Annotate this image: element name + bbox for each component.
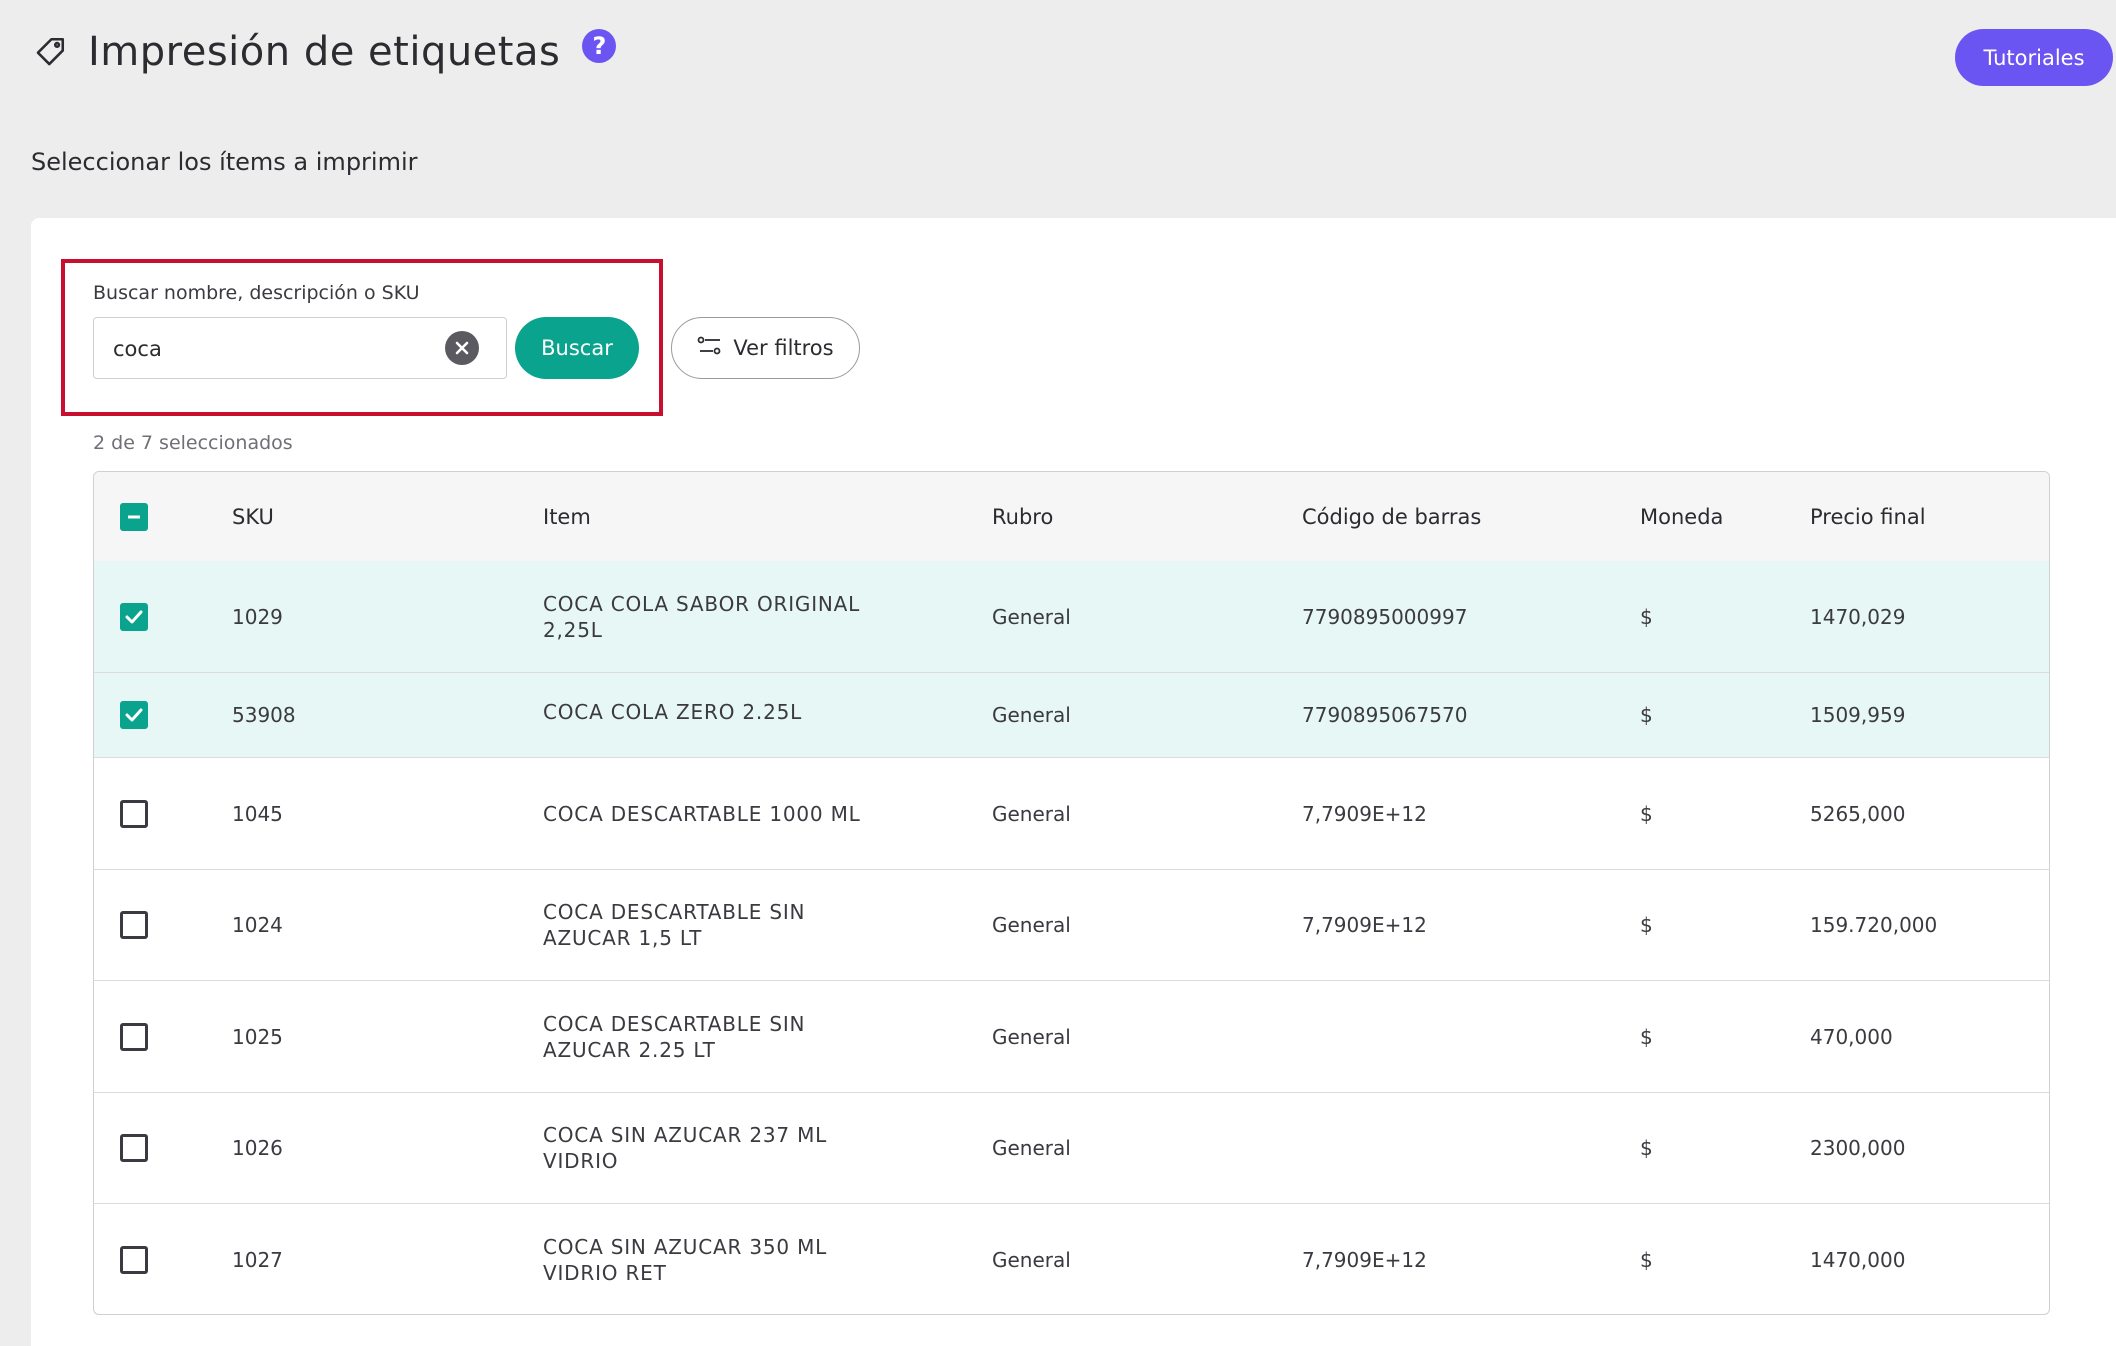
cell-item: COCA COLA SABOR ORIGINAL 2,25L bbox=[543, 591, 861, 642]
search-label: Buscar nombre, descripción o SKU bbox=[93, 282, 420, 304]
row-checkbox[interactable] bbox=[120, 701, 148, 729]
column-header-barcode: Código de barras bbox=[1302, 504, 1482, 529]
cell-item: COCA DESCARTABLE SIN AZUCAR 2.25 LT bbox=[543, 1011, 806, 1062]
column-header-moneda: Moneda bbox=[1640, 504, 1724, 529]
cell-precio: 1470,000 bbox=[1810, 1248, 1906, 1272]
cell-rubro: General bbox=[992, 913, 1071, 937]
cell-rubro: General bbox=[992, 703, 1071, 727]
cell-item: COCA COLA ZERO 2.25L bbox=[543, 700, 803, 724]
cell-item: COCA DESCARTABLE 1000 ML bbox=[543, 801, 861, 826]
cell-sku: 1024 bbox=[232, 913, 283, 937]
search-field bbox=[93, 317, 507, 379]
cell-moneda: $ bbox=[1640, 1136, 1653, 1160]
table-row[interactable]: 1045 COCA DESCARTABLE 1000 ML General 7,… bbox=[94, 758, 2049, 870]
column-header-item: Item bbox=[543, 504, 591, 529]
cell-sku: 1029 bbox=[232, 604, 283, 629]
cell-precio: 159.720,000 bbox=[1810, 913, 1938, 937]
column-header-sku: SKU bbox=[232, 504, 274, 529]
cell-moneda: $ bbox=[1640, 1248, 1653, 1272]
search-button[interactable]: Buscar bbox=[515, 317, 639, 379]
cell-barcode: 7790895067570 bbox=[1302, 703, 1468, 727]
clear-icon[interactable] bbox=[445, 331, 479, 365]
page-header: Impresión de etiquetas ? bbox=[30, 20, 617, 84]
tutorials-button[interactable]: Tutoriales bbox=[1955, 29, 2113, 86]
filters-label: Ver filtros bbox=[733, 336, 834, 360]
cell-precio: 1509,959 bbox=[1810, 703, 1906, 727]
row-checkbox[interactable] bbox=[120, 1246, 148, 1274]
table-row[interactable]: 53908 COCA COLA ZERO 2.25L General 77908… bbox=[94, 673, 2049, 758]
cell-barcode: 7,7909E+12 bbox=[1302, 801, 1427, 826]
help-icon[interactable]: ? bbox=[582, 29, 617, 63]
cell-precio: 1470,029 bbox=[1810, 604, 1906, 629]
selection-count: 2 de 7 seleccionados bbox=[93, 432, 293, 454]
cell-sku: 1045 bbox=[232, 801, 283, 826]
cell-precio: 2300,000 bbox=[1810, 1136, 1906, 1160]
cell-sku: 1025 bbox=[232, 1024, 283, 1049]
cell-rubro: General bbox=[992, 1136, 1071, 1160]
search-input[interactable] bbox=[94, 318, 455, 379]
cell-item: COCA SIN AZUCAR 350 ML VIDRIO RET bbox=[543, 1235, 828, 1285]
cell-item: COCA SIN AZUCAR 237 ML VIDRIO bbox=[543, 1123, 828, 1173]
items-table: SKU Item Rubro Código de barras Moneda P… bbox=[93, 471, 2050, 1315]
row-checkbox[interactable] bbox=[120, 1022, 148, 1051]
cell-item: COCA DESCARTABLE SIN AZUCAR 1,5 LT bbox=[543, 900, 806, 950]
cell-rubro: General bbox=[992, 1248, 1071, 1272]
column-header-rubro: Rubro bbox=[992, 504, 1054, 529]
cell-rubro: General bbox=[992, 801, 1071, 826]
cell-rubro: General bbox=[992, 604, 1071, 629]
table-row[interactable]: 1024 COCA DESCARTABLE SIN AZUCAR 1,5 LT … bbox=[94, 870, 2049, 981]
filters-button[interactable]: Ver filtros bbox=[671, 317, 860, 379]
cell-moneda: $ bbox=[1640, 913, 1653, 937]
cell-precio: 470,000 bbox=[1810, 1024, 1893, 1049]
page-title: Impresión de etiquetas bbox=[88, 29, 561, 75]
cell-rubro: General bbox=[992, 1024, 1071, 1049]
tag-icon bbox=[30, 32, 70, 72]
cell-moneda: $ bbox=[1640, 604, 1653, 629]
cell-sku: 1027 bbox=[232, 1248, 283, 1272]
table-row[interactable]: 1027 COCA SIN AZUCAR 350 ML VIDRIO RET G… bbox=[94, 1204, 2049, 1314]
cell-precio: 5265,000 bbox=[1810, 801, 1906, 826]
column-header-precio: Precio final bbox=[1810, 504, 1926, 529]
select-all-checkbox[interactable] bbox=[120, 502, 148, 531]
row-checkbox[interactable] bbox=[120, 1134, 148, 1162]
cell-moneda: $ bbox=[1640, 1024, 1653, 1049]
cell-sku: 53908 bbox=[232, 703, 296, 727]
table-row[interactable]: 1029 COCA COLA SABOR ORIGINAL 2,25L Gene… bbox=[94, 561, 2049, 673]
cell-barcode: 7,7909E+12 bbox=[1302, 1248, 1427, 1272]
section-title: Seleccionar los ítems a imprimir bbox=[31, 148, 418, 176]
cell-sku: 1026 bbox=[232, 1136, 283, 1160]
row-checkbox[interactable] bbox=[120, 911, 148, 939]
cell-moneda: $ bbox=[1640, 703, 1653, 727]
cell-moneda: $ bbox=[1640, 801, 1653, 826]
filters-icon bbox=[697, 335, 723, 362]
table-row[interactable]: 1025 COCA DESCARTABLE SIN AZUCAR 2.25 LT… bbox=[94, 981, 2049, 1093]
cell-barcode: 7790895000997 bbox=[1302, 604, 1468, 629]
cell-barcode: 7,7909E+12 bbox=[1302, 913, 1427, 937]
row-checkbox[interactable] bbox=[120, 602, 148, 631]
table-row[interactable]: 1026 COCA SIN AZUCAR 237 ML VIDRIO Gener… bbox=[94, 1093, 2049, 1204]
row-checkbox[interactable] bbox=[120, 799, 148, 828]
table-header: SKU Item Rubro Código de barras Moneda P… bbox=[94, 472, 2049, 562]
